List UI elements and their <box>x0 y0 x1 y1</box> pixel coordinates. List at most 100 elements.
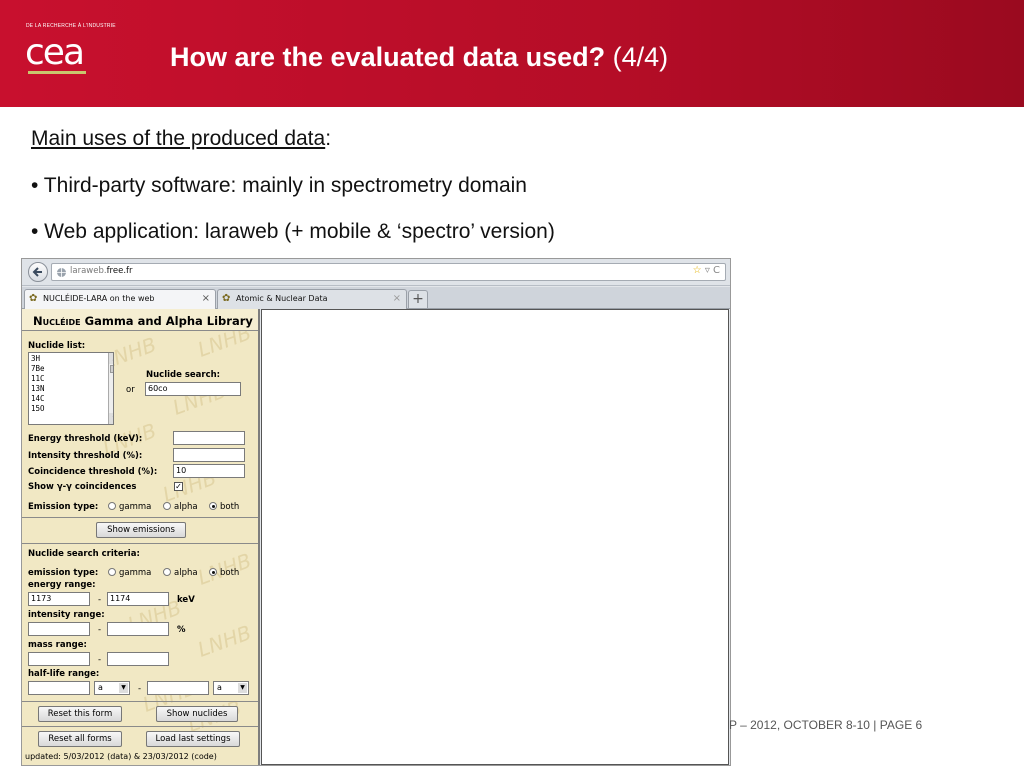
slide-footer: P – 2012, OCTOBER 8-10 | PAGE 6 <box>729 718 923 732</box>
nuclide-list-label: Nuclide list: <box>28 341 86 351</box>
criteria-gamma-label: gamma <box>119 568 152 578</box>
updated-text: updated: 5/03/2012 (data) & 23/03/2012 (… <box>25 752 217 761</box>
divider <box>22 726 258 727</box>
energy-threshold-input[interactable] <box>173 431 245 445</box>
slide: DE LA RECHERCHE À L'INDUSTRIE cea How ar… <box>0 0 1024 768</box>
criteria-alpha-radio[interactable] <box>163 568 171 576</box>
list-item[interactable]: 3H <box>31 354 111 364</box>
svg-text:cea: cea <box>25 33 83 73</box>
energy-range-label: energy range: <box>28 580 96 590</box>
list-item[interactable]: 11C <box>31 374 111 384</box>
slide-title-counter: (4/4) <box>605 42 669 72</box>
app-title: Nucléide Gamma and Alpha Library <box>22 309 258 331</box>
emission-alpha-label: alpha <box>174 502 198 512</box>
nuclide-search-input[interactable]: 60co <box>145 382 241 396</box>
url-bar[interactable]: laraweb.free.fr ☆ ▿ C <box>51 263 726 281</box>
browser-navbar: laraweb.free.fr ☆ ▿ C <box>22 259 730 286</box>
nuclide-list-scrollbar[interactable]: ▲ ▼ <box>108 353 113 424</box>
half-life-min-unit-select[interactable]: a ▼ <box>94 681 130 695</box>
criteria-gamma-radio[interactable] <box>108 568 116 576</box>
half-life-max-unit-select[interactable]: a ▼ <box>213 681 249 695</box>
nuclide-list[interactable]: 3H 7Be 11C 13N 14C 15O ▲ ▼ <box>28 352 114 425</box>
criteria-both-radio[interactable] <box>209 568 217 576</box>
close-icon[interactable]: × <box>393 293 401 304</box>
emission-type-label: Emission type: <box>28 502 99 512</box>
section-heading-text: Main uses of the produced data <box>31 127 326 150</box>
divider <box>22 701 258 702</box>
browser-screenshot: laraweb.free.fr ☆ ▿ C ✿ NUCLÉIDE-LARA on… <box>21 258 731 766</box>
slide-title: How are the evaluated data used? (4/4) <box>170 42 668 73</box>
half-life-range-label: half-life range: <box>28 669 100 679</box>
url-actions[interactable]: ☆ ▿ C <box>693 265 720 276</box>
range-dash: - <box>98 595 102 605</box>
app-title-rest: Gamma and Alpha Library <box>80 314 253 328</box>
half-life-max-input[interactable] <box>147 681 209 695</box>
reset-all-button[interactable]: Reset all forms <box>38 731 122 747</box>
coincidence-threshold-label: Coincidence threshold (%): <box>28 467 158 477</box>
url-text: laraweb.free.fr <box>70 266 133 276</box>
intensity-min-input[interactable] <box>28 622 90 636</box>
close-icon[interactable]: × <box>202 293 210 304</box>
show-nuclides-button[interactable]: Show nuclides <box>156 706 238 722</box>
list-item[interactable]: 7Be <box>31 364 111 374</box>
new-tab-button[interactable]: + <box>408 290 428 308</box>
energy-max-input[interactable]: 1174 <box>107 592 169 606</box>
range-dash: - <box>138 684 142 694</box>
show-coincidences-checkbox[interactable]: ✓ <box>174 482 183 491</box>
energy-min-input[interactable]: 1173 <box>28 592 90 606</box>
globe-icon <box>57 268 66 277</box>
back-button[interactable] <box>28 262 48 282</box>
criteria-both-label: both <box>220 568 240 578</box>
scroll-down-icon[interactable]: ▼ <box>109 413 113 424</box>
intensity-range-label: intensity range: <box>28 610 105 620</box>
tab-favicon-icon: ✿ <box>29 293 38 304</box>
criteria-alpha-label: alpha <box>174 568 198 578</box>
mass-min-input[interactable] <box>28 652 90 666</box>
tab-label: NUCLÉIDE-LARA on the web <box>43 294 155 303</box>
load-last-settings-button[interactable]: Load last settings <box>146 731 240 747</box>
emission-alpha-radio[interactable] <box>163 502 171 510</box>
coincidence-threshold-input[interactable]: 10 <box>173 464 245 478</box>
scroll-thumb[interactable] <box>110 365 113 373</box>
intensity-threshold-input[interactable] <box>173 448 245 462</box>
bullet-web-app: • Web application: laraweb (+ mobile & ‘… <box>31 220 555 243</box>
criteria-emission-label: emission type: <box>28 568 99 578</box>
emission-both-radio[interactable] <box>209 502 217 510</box>
or-label: or <box>126 385 135 395</box>
bullet-third-party: • Third-party software: mainly in spectr… <box>31 174 527 197</box>
half-life-min-input[interactable] <box>28 681 90 695</box>
mass-range-label: mass range: <box>28 640 87 650</box>
reset-form-button[interactable]: Reset this form <box>38 706 122 722</box>
emission-gamma-label: gamma <box>119 502 152 512</box>
divider <box>22 543 258 544</box>
divider <box>22 517 258 518</box>
tab-label: Atomic & Nuclear Data <box>236 294 328 303</box>
list-item[interactable]: 15O <box>31 404 111 414</box>
slide-header: DE LA RECHERCHE À L'INDUSTRIE cea How ar… <box>0 0 1024 107</box>
nuclide-search-label: Nuclide search: <box>146 370 221 380</box>
reload-icon[interactable]: ▿ C <box>705 265 720 276</box>
url-host-domain: free.fr <box>106 266 133 276</box>
chevron-down-icon: ▼ <box>238 683 247 693</box>
tab-nucleide-lara[interactable]: ✿ NUCLÉIDE-LARA on the web × <box>24 289 216 309</box>
show-coincidences-label: Show γ-γ coincidences <box>28 482 137 492</box>
range-dash: - <box>98 625 102 635</box>
scroll-up-icon[interactable]: ▲ <box>109 353 113 364</box>
cea-logo-icon: cea <box>25 33 86 74</box>
section-heading: Main uses of the produced data: <box>31 127 331 151</box>
bookmark-star-icon[interactable]: ☆ <box>693 265 702 276</box>
list-item[interactable]: 14C <box>31 394 111 404</box>
emission-gamma-radio[interactable] <box>108 502 116 510</box>
range-dash: - <box>98 655 102 665</box>
intensity-threshold-label: Intensity threshold (%): <box>28 451 143 461</box>
list-item[interactable]: 13N <box>31 384 111 394</box>
back-arrow-icon <box>32 267 42 277</box>
show-emissions-button[interactable]: Show emissions <box>96 522 186 538</box>
url-host-prefix: laraweb. <box>70 266 107 276</box>
intensity-max-input[interactable] <box>107 622 169 636</box>
select-value: a <box>98 683 103 692</box>
section-heading-colon: : <box>325 127 332 150</box>
tab-favicon-icon: ✿ <box>222 293 231 304</box>
mass-max-input[interactable] <box>107 652 169 666</box>
tab-atomic-nuclear-data[interactable]: ✿ Atomic & Nuclear Data × <box>217 289 407 309</box>
